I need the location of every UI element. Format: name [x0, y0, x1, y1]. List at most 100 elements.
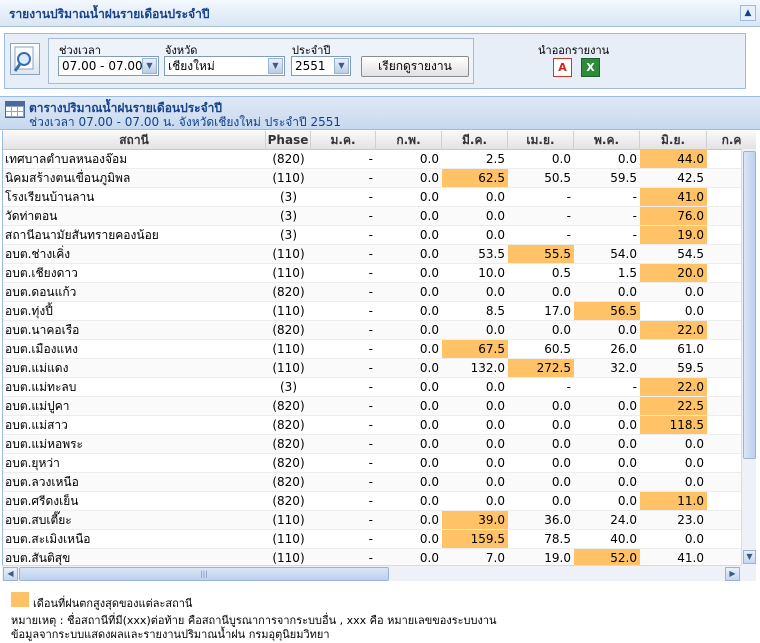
table-row[interactable]: นิคมสร้างตนเขื่อนภูมิพล (110) - 0.0 62.5 50.5… — [3, 169, 756, 188]
horizontal-scroll-thumb[interactable]: ||| — [19, 567, 389, 581]
table-row[interactable]: อบต.สบเตี๊ยะ (110) - 0.0 39.0 36.0 24.0 23.0 — [3, 511, 756, 530]
rainfall-cell: 0.0 — [617, 475, 637, 489]
rainfall-cell: - — [368, 304, 373, 318]
excel-icon[interactable]: X — [581, 58, 600, 77]
rainfall-cell: 0.0 — [485, 285, 505, 299]
table-row[interactable]: เทศบาลตำบลหนองจ๊อม (820) -0.0 2.5 0.0 0.0 44.0 — [3, 150, 756, 169]
rainfall-cell: 0.0 — [419, 209, 439, 223]
rainfall-cell: 42.5 — [677, 171, 704, 185]
table-row[interactable]: อบต.ทุ่งปี้ (110) - 0.0 8.5 17.0 56.5 0.0 — [3, 302, 756, 321]
table-row[interactable]: อบต.ลวงเหนือ (820) - 0.0 0.0 0.0 0.0 0.0 — [3, 473, 756, 492]
horizontal-scrollbar[interactable]: ◀ ||| ▶ — [2, 565, 741, 581]
column-header[interactable]: เม.ย. — [508, 131, 574, 150]
table-row[interactable]: อบต.นาคอเรือ (820) -0.0 0.0 0.0 0.0 22.0 — [3, 321, 756, 340]
rainfall-cell: - — [368, 228, 373, 242]
column-header[interactable]: ก.พ. — [376, 131, 442, 150]
rainfall-cell: 19.0 — [544, 551, 571, 565]
table-row[interactable]: วัดท่าตอน (3) -0.0 0.0- -76.0 — [3, 207, 756, 226]
table-row[interactable]: อบต.เมืองแหง (110) - 0.0 67.5 60.5 26.0 61.0 — [3, 340, 756, 359]
rainfall-cell: - — [566, 190, 571, 204]
scroll-down-icon[interactable]: ▼ — [743, 550, 756, 564]
station-phase: (820) — [272, 323, 305, 337]
table-row[interactable]: อบต.ดอนแก้ว (820) - 0.0 0.0 0.0 0.0 0.0 — [3, 283, 756, 302]
table-row[interactable]: อบต.แม่ทะลบ (3) -0.0 0.0- -22.0 — [3, 378, 756, 397]
double-chevron-up-icon[interactable]: ▲ — [740, 5, 756, 21]
column-header[interactable]: Phase — [266, 131, 311, 150]
station-phase: (820) — [272, 494, 305, 508]
rainfall-cell: 24.0 — [610, 513, 637, 527]
table-row[interactable]: อบต.แม่สาว (820) -0.0 0.0 0.0 0.0 118.5 — [3, 416, 756, 435]
station-name: วัดท่าตอน — [5, 209, 58, 223]
table-row[interactable]: อบต.แม่หอพระ (820) - 0.0 0.0 0.0 0.0 0.0 — [3, 435, 756, 454]
rainfall-cell: 0.0 — [684, 532, 704, 546]
table-row[interactable]: อบต.สันติสุข (110) - 0.0 7.0 19.0 52.0 41.0 — [3, 549, 756, 565]
rainfall-cell: 23.0 — [677, 513, 704, 527]
rainfall-cell: 8.5 — [485, 304, 505, 318]
station-phase: (3) — [280, 228, 297, 242]
rainfall-cell: 0.0 — [485, 323, 505, 337]
rainfall-cell: 19.0 — [640, 226, 707, 244]
table-row[interactable]: โรงเรียนบ้านลาน (3) -0.0 0.0- -41.0 — [3, 188, 756, 207]
rainfall-cell: 0.0 — [419, 171, 439, 185]
scroll-left-icon[interactable]: ◀ — [3, 567, 18, 581]
rainfall-cell: 0.0 — [551, 437, 571, 451]
table-row[interactable]: อบต.แม่ปูคา (820) -0.0 0.0 0.0 0.0 22.5 — [3, 397, 756, 416]
data-source-note: ข้อมูลจากระบบแสดงผลและรายงานปริมาณน้ำฝน … — [11, 628, 330, 641]
station-phase: (110) — [272, 361, 305, 375]
table-row[interactable]: อบต.ยุหว่า (820) - 0.0 0.0 0.0 0.0 0.0 — [3, 454, 756, 473]
rainfall-cell: 0.0 — [617, 437, 637, 451]
table-row[interactable]: อบต.สะเมิงเหนือ (110) -0.0 159.5 78.5 40.0 0.0 — [3, 530, 756, 549]
table-row[interactable]: อบต.เชียงดาว (110) - 0.0 10.0 0.5 1.5 20.0 — [3, 264, 756, 283]
scroll-right-icon[interactable]: ▶ — [725, 567, 740, 581]
table-row[interactable]: อบต.แม่แดง (110) - 0.0 132.0 272.5 32.0 59.5 — [3, 359, 756, 378]
column-header[interactable]: ก.ค — [707, 131, 756, 150]
rainfall-cell: 0.0 — [419, 285, 439, 299]
vertical-scroll-thumb[interactable] — [743, 151, 756, 459]
rainfall-cell: 132.0 — [470, 361, 505, 375]
rainfall-cell: 10.0 — [478, 266, 505, 280]
rainfall-cell: 0.0 — [419, 551, 439, 565]
rainfall-cell: 0.0 — [684, 456, 704, 470]
station-name: อบต.ทุ่งปี้ — [5, 304, 53, 318]
rainfall-cell: 59.5 — [610, 171, 637, 185]
vertical-scrollbar[interactable]: ▼ — [741, 149, 756, 565]
rainfall-cell: 54.0 — [610, 247, 637, 261]
period-select[interactable]: 07.00 - 07.00 ▼ — [58, 56, 159, 76]
rainfall-grid: สถานี Phase ม.ค. ก.พ. มี.ค. เม.ย. พ.ค. มิ.ย. ก.ค… — [2, 131, 756, 565]
station-phase: (820) — [272, 475, 305, 489]
station-phase: (820) — [272, 456, 305, 470]
rainfall-cell: 22.0 — [640, 378, 707, 396]
rainfall-cell: 0.0 — [485, 399, 505, 413]
station-name: อบต.แม่แดง — [5, 361, 69, 375]
table-row[interactable]: อบต.ช่างเคิ่ง (110) - 0.0 53.5 55.5 54.0 54.5 — [3, 245, 756, 264]
rainfall-cell: 67.5 — [442, 340, 508, 358]
scroll-corner — [741, 565, 756, 581]
table-row[interactable]: สถานีอนามัยสันทรายคองน้อย (3) -0.0 0.0- -19.… — [3, 226, 756, 245]
table-row[interactable]: อบต.ศรีดงเย็น (820) -0.0 0.0 0.0 0.0 11.0 — [3, 492, 756, 511]
station-phase: (820) — [272, 418, 305, 432]
column-header[interactable]: ม.ค. — [311, 131, 376, 150]
year-select[interactable]: 2551 ▼ — [291, 56, 351, 76]
rainfall-cell: 0.0 — [617, 399, 637, 413]
column-header[interactable]: พ.ค. — [574, 131, 640, 150]
rainfall-cell: 0.0 — [485, 475, 505, 489]
station-name: อบต.เมืองแหง — [5, 342, 79, 356]
rainfall-cell: - — [368, 380, 373, 394]
rainfall-cell: 26.0 — [610, 342, 637, 356]
station-phase: (3) — [280, 209, 297, 223]
rainfall-cell: 0.0 — [617, 323, 637, 337]
station-name: อบต.แม่ทะลบ — [5, 380, 77, 394]
rainfall-cell: 0.0 — [419, 399, 439, 413]
rainfall-cell: - — [566, 209, 571, 223]
province-select[interactable]: เชียงใหม่ ▼ — [164, 56, 285, 76]
rainfall-cell: 0.0 — [617, 456, 637, 470]
pdf-icon[interactable]: A — [553, 58, 572, 77]
rainfall-cell: 11.0 — [640, 492, 707, 510]
column-header[interactable]: มี.ค. — [442, 131, 508, 150]
station-name: อบต.สบเตี๊ยะ — [5, 513, 72, 527]
column-header[interactable]: มิ.ย. — [640, 131, 707, 150]
view-report-button[interactable]: เรียกดูรายงาน — [361, 56, 469, 77]
station-phase: (110) — [272, 304, 305, 318]
column-header[interactable]: สถานี — [3, 131, 266, 150]
rainfall-cell: - — [368, 342, 373, 356]
